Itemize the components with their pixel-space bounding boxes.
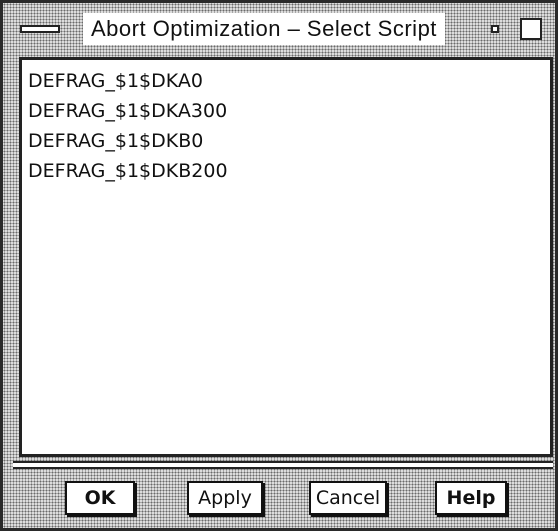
list-item[interactable]: DEFRAG_$1$DKB0: [28, 126, 544, 156]
separator: [13, 461, 553, 469]
script-list-body[interactable]: DEFRAG_$1$DKA0 DEFRAG_$1$DKA300 DEFRAG_$…: [22, 60, 550, 454]
cancel-button[interactable]: Cancel: [309, 481, 387, 515]
window-title: Abort Optimization – Select Script: [83, 13, 445, 45]
apply-button[interactable]: Apply: [187, 481, 263, 515]
maximize-icon[interactable]: [517, 15, 545, 43]
dialog-window: Abort Optimization – Select Script DEFRA…: [0, 0, 558, 531]
list-item[interactable]: DEFRAG_$1$DKA300: [28, 96, 544, 126]
list-item[interactable]: DEFRAG_$1$DKB200: [28, 156, 544, 186]
list-item[interactable]: DEFRAG_$1$DKA0: [28, 66, 544, 96]
window-menu-icon[interactable]: [11, 13, 69, 45]
ok-button[interactable]: OK: [65, 481, 135, 515]
help-button[interactable]: Help: [435, 481, 507, 515]
title-bar[interactable]: Abort Optimization – Select Script: [11, 9, 547, 49]
minimize-icon[interactable]: [481, 15, 509, 43]
script-list[interactable]: DEFRAG_$1$DKA0 DEFRAG_$1$DKA300 DEFRAG_$…: [19, 57, 553, 457]
